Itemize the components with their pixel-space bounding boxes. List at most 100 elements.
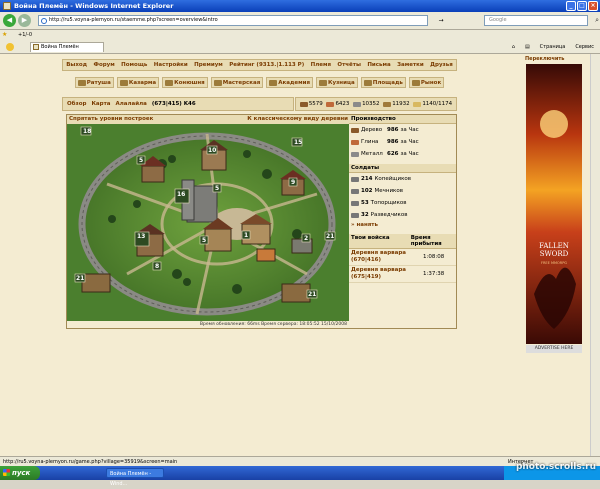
start-button[interactable]: пуск (0, 466, 40, 480)
troop-target-link[interactable]: Деревня варвара (675|419) (349, 266, 421, 282)
classic-view-link[interactable]: К классическому виду деревни (247, 115, 348, 124)
tab-icon (33, 44, 39, 50)
village-map[interactable]: 18 15 5 10 16 5 5 9 13 1 2 8 21 21 21 (67, 124, 350, 323)
village-name[interactable]: Алалайла (115, 98, 146, 110)
production-unit: за Час (400, 139, 419, 145)
level-badge: 5 (202, 237, 206, 244)
ad-image[interactable]: FALLEN SWORD FREE MMORPG (526, 64, 582, 344)
building-market[interactable]: Рынок (408, 77, 445, 88)
building-smithy[interactable]: Кузница (316, 77, 358, 88)
minimize-button[interactable]: _ (566, 1, 576, 11)
iron-icon (351, 151, 359, 157)
ad-banner[interactable]: Переключить FALLEN SWORD FREE MMORPG ADVE… (524, 56, 584, 354)
overview-link[interactable]: Обзор (67, 98, 86, 110)
search-input[interactable]: Google ⌕ (484, 15, 599, 26)
menu-settings[interactable]: Настройки (154, 62, 188, 68)
menu-messages[interactable]: Письма (367, 62, 390, 68)
menu-premium[interactable]: Премиум (194, 62, 223, 68)
production-value: 626 (387, 151, 399, 157)
scout-icon (351, 212, 359, 218)
menu-forum[interactable]: Форум (94, 62, 115, 68)
axe-icon (351, 200, 359, 206)
building-workshop[interactable]: Мастерская (210, 77, 264, 88)
forward-icon[interactable]: ▶ (18, 14, 31, 27)
resource-bar: 5579 6423 10352 11932 1140/1174 (295, 97, 457, 111)
academy-icon (269, 79, 278, 86)
app-icon (3, 2, 11, 10)
tools-menu[interactable]: Сервис (575, 42, 594, 52)
troops-header: Твои войска Время прибытия (349, 234, 456, 249)
clay-icon (351, 139, 359, 145)
building-menu: Ратуша Казарма Конюшня Мастерская Академ… (62, 77, 457, 90)
menu-friends[interactable]: Друзья (430, 62, 453, 68)
favorites-icon[interactable] (6, 43, 14, 51)
ad-title-b: SWORD (539, 250, 569, 258)
production-unit: за Час (400, 127, 419, 133)
townhall-icon (77, 79, 86, 86)
go-button[interactable]: → (432, 15, 450, 26)
vertical-scrollbar[interactable] (590, 54, 600, 456)
workshop-icon (213, 79, 222, 86)
troop-row: Деревня варвара (670|416) 1:08:08 (349, 249, 456, 266)
soldier-name: Топорщиков (370, 200, 407, 206)
soldier-name: Мечников (374, 188, 403, 194)
menu-logout[interactable]: Выход (66, 62, 87, 68)
tab-voyna[interactable]: Война Племён (30, 42, 104, 52)
resource-wood: 5579 (299, 101, 323, 107)
building-label: Академия (278, 79, 311, 86)
building-barracks[interactable]: Казарма (116, 77, 160, 88)
advertise-here-link[interactable]: ADVERTISE HERE (526, 345, 582, 353)
close-button[interactable]: × (588, 1, 598, 11)
soldier-row[interactable]: 214 Копейщиков (349, 173, 456, 185)
menu-notes[interactable]: Заметки (397, 62, 424, 68)
building-stable[interactable]: Конюшня (162, 77, 208, 88)
maximize-button[interactable]: □ (577, 1, 587, 11)
square-icon (363, 79, 372, 86)
window-titlebar: Война Племён - Windows Internet Explorer… (0, 0, 600, 12)
soldiers-title: Солдаты (349, 164, 456, 173)
building-academy[interactable]: Академия (266, 77, 314, 88)
search-icon[interactable]: ⌕ (595, 16, 599, 25)
print-icon[interactable]: ▤ (525, 42, 530, 52)
building-townhall[interactable]: Ратуша (74, 77, 114, 88)
menu-reports[interactable]: Отчёты (337, 62, 361, 68)
wood-icon (351, 127, 359, 133)
building-label: Ратуша (86, 79, 111, 86)
smithy-icon (319, 79, 328, 86)
hire-link[interactable]: » нанять (349, 221, 456, 230)
hide-levels-link[interactable]: Спрятать уровни построек (69, 115, 153, 124)
ad-toggle[interactable]: Переключить (524, 56, 584, 63)
spear-icon (351, 176, 359, 182)
taskbar-item-ie[interactable]: Война Племён - Wind... (106, 468, 164, 487)
troop-target-link[interactable]: Деревня варвара (670|416) (349, 249, 421, 265)
dragon-icon (534, 110, 576, 329)
favorites-star-icon[interactable]: ★ (2, 32, 7, 38)
menu-tribe[interactable]: Племя (311, 62, 331, 68)
watermark: photo.scrolls.ru (515, 462, 596, 472)
farm-value: 1140/1174 (422, 101, 453, 107)
soldier-row[interactable]: 32 Разведчиков (349, 209, 456, 221)
menu-help[interactable]: Помощь (121, 62, 147, 68)
server-time: Время обновления: 66ms Время сервера: 18… (67, 321, 350, 328)
soldier-row[interactable]: 53 Топорщиков (349, 197, 456, 209)
soldier-row[interactable]: 102 Мечников (349, 185, 456, 197)
map-link[interactable]: Карта (91, 98, 110, 110)
level-badge: 21 (308, 291, 316, 298)
level-badge: 8 (155, 263, 159, 270)
building-square[interactable]: Площадь (360, 77, 406, 88)
back-icon[interactable]: ◀ (3, 14, 16, 27)
level-badge: 5 (139, 157, 143, 164)
building-label: Мастерская (222, 79, 261, 86)
level-badge: 15 (294, 139, 302, 146)
level-badge: 18 (83, 128, 91, 135)
map-header: Спрятать уровни построек К классическому… (67, 115, 350, 124)
ad-title-a: FALLEN (539, 242, 569, 250)
soldier-name: Разведчиков (370, 212, 408, 218)
production-name: Дерево (361, 127, 383, 133)
market-icon (411, 79, 420, 86)
url-input[interactable]: http://ru5.voyna-plemyon.ru/staemme.php?… (38, 15, 428, 26)
menu-ranking[interactable]: Рейтинг (9313.|1.113 P) (229, 62, 304, 68)
fav-counter[interactable]: +1/-0 (18, 30, 32, 40)
page-menu[interactable]: Страница (540, 42, 566, 52)
home-icon[interactable]: ⌂ (512, 42, 515, 52)
